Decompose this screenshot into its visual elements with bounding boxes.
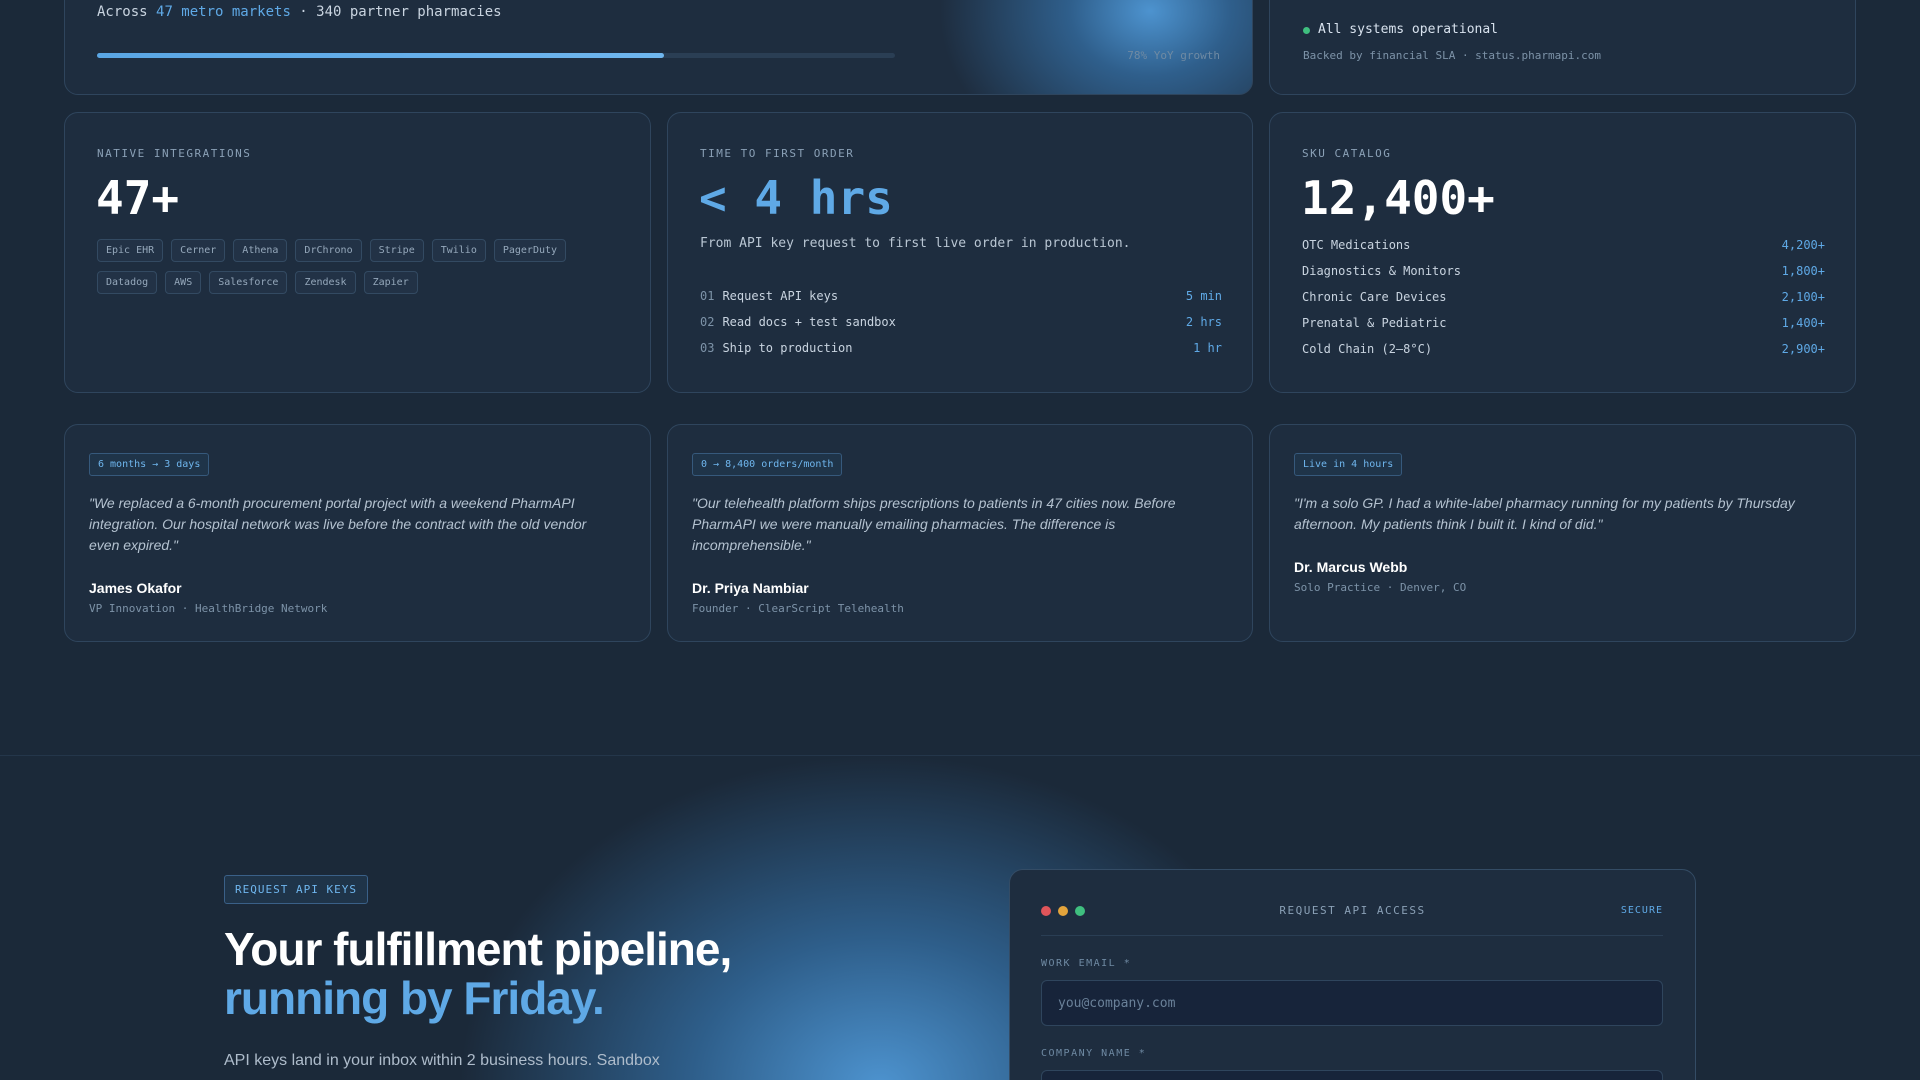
ttfo-value: < 4 hrs <box>699 171 893 225</box>
step-duration: 2 hrs <box>1185 315 1222 329</box>
growth-label: 78% YoY growth <box>1127 49 1220 62</box>
sku-count: 1,400+ <box>1781 316 1825 330</box>
step-label: Read docs + test sandbox <box>722 315 896 329</box>
growth-progress-fill <box>97 53 664 58</box>
integration-tag: Zapier <box>363 271 418 294</box>
integration-tag: Twilio <box>431 239 486 262</box>
form-title: REQUEST API ACCESS <box>1279 904 1426 917</box>
step-number: 02 <box>700 315 715 329</box>
step-duration: 1 hr <box>1193 341 1222 355</box>
integrations-card: NATIVE INTEGRATIONS 47+ Epic EHR Cerner At… <box>64 112 651 393</box>
status-dot-icon <box>1303 27 1310 34</box>
ttfo-step-left: 03 Ship to production <box>700 341 853 367</box>
markets-card: Across 47 metro markets · 340 partner ph… <box>64 0 1253 95</box>
ttfo-step-left: 02 Read docs + test sandbox <box>700 315 896 341</box>
ttfo-steps: 01 Request API keys 5 min 02 Read docs + tes… <box>700 289 1222 367</box>
integration-tag: Athena <box>233 239 288 262</box>
integration-tags: Epic EHR Cerner Athena DrChrono Stripe Twilio… <box>97 239 617 294</box>
headline-main: Your fulfillment pipeline, <box>224 923 732 975</box>
email-label: WORK EMAIL * <box>1041 958 1132 969</box>
sku-row: Chronic Care Devices 2,100+ <box>1302 290 1825 316</box>
testimonial-author: Dr. Priya Nambiar <box>692 580 809 596</box>
sku-category: Chronic Care Devices <box>1302 290 1447 304</box>
step-label: Request API keys <box>722 289 839 303</box>
integration-tag: Cerner <box>171 239 226 262</box>
integration-tag: Epic EHR <box>97 239 164 262</box>
sla-text: Backed by financial SLA · status.pharmap… <box>1303 49 1602 62</box>
step-duration: 5 min <box>1185 289 1222 303</box>
testimonial-author: Dr. Marcus Webb <box>1294 559 1408 575</box>
sku-row: Cold Chain (2–8°C) 2,900+ <box>1302 342 1825 368</box>
sku-count: 4,200+ <box>1781 238 1825 252</box>
testimonial-quote: "Our telehealth platform ships prescript… <box>692 495 1176 553</box>
secure-badge: SECURE <box>1620 905 1663 916</box>
integration-tag: Salesforce <box>209 271 288 294</box>
testimonial-badge: 6 months → 3 days <box>89 453 210 476</box>
headline-accent: running by Friday. <box>224 972 605 1024</box>
sku-value: 12,400+ <box>1301 171 1495 225</box>
step-label: Ship to production <box>722 341 853 355</box>
markets-line: Across 47 metro markets · 340 partner ph… <box>97 4 502 20</box>
section-headline: Your fulfillment pipeline, running by Fr… <box>224 923 732 1024</box>
integration-tag: DrChrono <box>295 239 362 262</box>
integrations-label: NATIVE INTEGRATIONS <box>97 147 252 160</box>
request-api-section: REQUEST API KEYS Your fulfillment pipeli… <box>0 755 1920 1080</box>
ttfo-step-left: 01 Request API keys <box>700 289 838 315</box>
sku-category: Diagnostics & Monitors <box>1302 264 1461 278</box>
section-subtext: API keys land in your inbox within 2 bus… <box>224 1052 660 1069</box>
status-card: All systems operational Backed by financ… <box>1269 0 1856 95</box>
testimonial-quote: "We replaced a 6-month procurement porta… <box>89 495 587 553</box>
testimonial-role: Solo Practice · Denver, CO <box>1294 581 1467 594</box>
ttfo-label: TIME TO FIRST ORDER <box>700 147 855 160</box>
growth-progress-bar <box>97 53 895 58</box>
time-to-first-order-card: TIME TO FIRST ORDER < 4 hrs From API key… <box>667 112 1253 393</box>
testimonial-quote: "I'm a solo GP. I had a white-label phar… <box>1294 495 1795 532</box>
ttfo-step-row: 02 Read docs + test sandbox 2 hrs <box>700 315 1222 341</box>
ttfo-step-row: 03 Ship to production 1 hr <box>700 341 1222 367</box>
sku-row: Diagnostics & Monitors 1,800+ <box>1302 264 1825 290</box>
step-number: 03 <box>700 341 715 355</box>
testimonial-author: James Okafor <box>89 580 182 596</box>
status-text: All systems operational <box>1318 22 1499 37</box>
api-access-form: REQUEST API ACCESS SECURE WORK EMAIL * C… <box>1009 869 1696 1080</box>
sku-count: 1,800+ <box>1781 264 1825 278</box>
ttfo-description: From API key request to first live order… <box>700 236 1131 251</box>
testimonial-role: Founder · ClearScript Telehealth <box>692 602 904 615</box>
integration-tag: PagerDuty <box>493 239 567 262</box>
testimonial-badge: Live in 4 hours <box>1294 453 1403 476</box>
sku-list: OTC Medications 4,200+ Diagnostics & Monit… <box>1302 238 1825 368</box>
sku-row: Prenatal & Pediatric 1,400+ <box>1302 316 1825 342</box>
testimonial-role: VP Innovation · HealthBridge Network <box>89 602 328 615</box>
integration-tag: Zendesk <box>295 271 356 294</box>
sku-count: 2,100+ <box>1781 290 1825 304</box>
sku-category: OTC Medications <box>1302 238 1411 252</box>
testimonial-card: 0 → 8,400 orders/month "Our telehealth p… <box>667 424 1253 642</box>
company-label: COMPANY NAME * <box>1041 1048 1147 1059</box>
step-number: 01 <box>700 289 715 303</box>
sku-row: OTC Medications 4,200+ <box>1302 238 1825 264</box>
sku-category: Prenatal & Pediatric <box>1302 316 1447 330</box>
integration-tag: Datadog <box>97 271 158 294</box>
work-email-input[interactable] <box>1041 980 1663 1026</box>
ttfo-step-row: 01 Request API keys 5 min <box>700 289 1222 315</box>
integrations-value: 47+ <box>96 171 180 225</box>
testimonial-card: 6 months → 3 days "We replaced a 6-month… <box>64 424 651 642</box>
testimonial-badge: 0 → 8,400 orders/month <box>692 453 843 476</box>
sku-count: 2,900+ <box>1781 342 1825 356</box>
form-divider <box>1041 935 1663 936</box>
markets-highlight: 47 metro markets <box>156 4 291 20</box>
sku-label: SKU CATALOG <box>1302 147 1392 160</box>
testimonial-card: Live in 4 hours "I'm a solo GP. I had a … <box>1269 424 1856 642</box>
company-name-input[interactable] <box>1041 1070 1663 1080</box>
section-pill: REQUEST API KEYS <box>224 875 368 904</box>
integration-tag: Stripe <box>369 239 424 262</box>
integration-tag: AWS <box>165 271 202 294</box>
sku-catalog-card: SKU CATALOG 12,400+ OTC Medications 4,200… <box>1269 112 1856 393</box>
sku-category: Cold Chain (2–8°C) <box>1302 342 1433 356</box>
